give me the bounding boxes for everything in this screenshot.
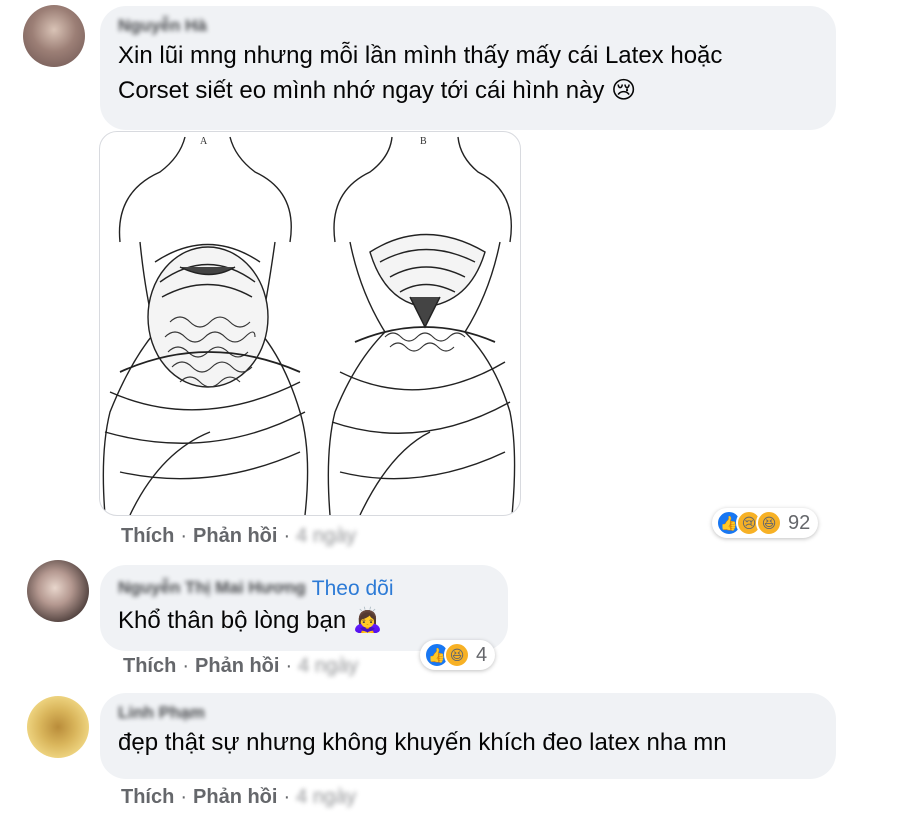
avatar[interactable] [27, 696, 89, 758]
comment-text: Khổ thân bộ lòng bạn 🙇‍♀️ [118, 607, 383, 634]
timestamp[interactable]: 4 ngày [296, 786, 356, 809]
comment-bubble: Linh Phạm đẹp thật sự nhưng không khuyến… [100, 693, 836, 779]
comment-author[interactable]: Linh Phạm [118, 703, 205, 725]
separator: · [182, 655, 190, 677]
comment-bubble: Nguyễn Thị Mai Hương Theo dõi Khổ thân b… [100, 565, 508, 651]
comment-image[interactable]: A B [99, 131, 521, 516]
avatar[interactable] [23, 5, 85, 67]
comment-author[interactable]: Nguyễn Hà [118, 16, 207, 38]
comment-actions: Thích · Phản hồi · 4 ngày [123, 655, 358, 678]
reply-link[interactable]: Phản hồi [193, 525, 277, 548]
separator: · [283, 786, 291, 808]
reply-link[interactable]: Phản hồi [195, 655, 279, 678]
separator: · [285, 655, 293, 677]
comment-text: Xin lũi mng nhưng mỗi lần mình thấy mấy … [118, 38, 818, 108]
figure-label: B [420, 136, 427, 147]
corset-illustration: A B [102, 136, 516, 515]
follow-link[interactable]: Theo dõi [312, 577, 394, 601]
comment-text-line: Xin lũi mng nhưng mỗi lần mình thấy mấy … [118, 42, 723, 69]
reaction-count: 4 [476, 643, 488, 666]
comment-bubble: Nguyễn Hà Xin lũi mng nhưng mỗi lần mình… [100, 6, 836, 130]
timestamp[interactable]: 4 ngày [296, 525, 356, 548]
reaction-count: 92 [788, 511, 811, 534]
like-link[interactable]: Thích [123, 655, 176, 678]
separator: · [180, 525, 188, 547]
separator: · [180, 786, 188, 808]
like-link[interactable]: Thích [121, 786, 174, 809]
reply-link[interactable]: Phản hồi [193, 786, 277, 809]
like-link[interactable]: Thích [121, 525, 174, 548]
figure-label: A [200, 136, 208, 147]
haha-icon: 😆 [444, 642, 470, 668]
comment-actions: Thích · Phản hồi · 4 ngày [121, 525, 356, 548]
comment-text: đẹp thật sự nhưng không khuyến khích đeo… [118, 729, 727, 756]
reaction-summary[interactable]: 👍 😆 4 [420, 640, 496, 670]
avatar[interactable] [27, 560, 89, 622]
comment-text-line: Corset siết eo mình nhớ ngay tới cái hìn… [118, 77, 637, 104]
comment-author[interactable]: Nguyễn Thị Mai Hương [118, 578, 306, 600]
timestamp[interactable]: 4 ngày [298, 655, 358, 678]
reaction-summary[interactable]: 👍 😢 😆 92 [712, 508, 819, 538]
separator: · [283, 525, 291, 547]
comment-actions: Thích · Phản hồi · 4 ngày [121, 786, 356, 809]
haha-icon: 😆 [756, 510, 782, 536]
